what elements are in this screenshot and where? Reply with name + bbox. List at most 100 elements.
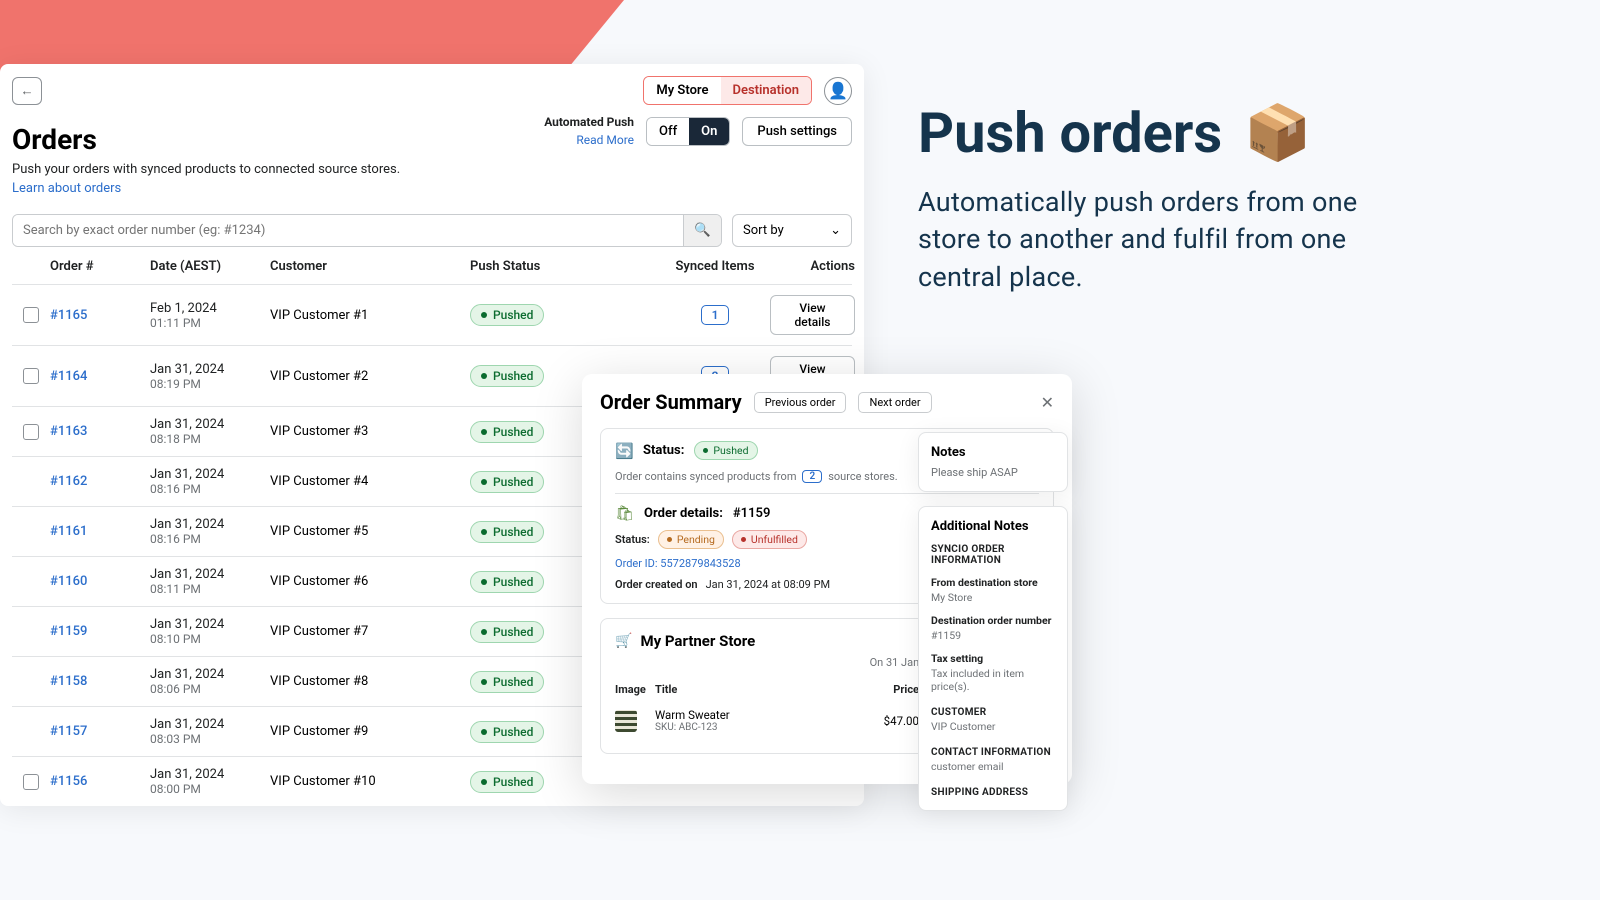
col-order: Order # — [50, 259, 150, 274]
item-sku: SKU: ABC-123 — [655, 722, 859, 733]
cust-heading: CUSTOMER — [931, 707, 1055, 718]
order-link[interactable]: #1162 — [50, 474, 87, 489]
order-link[interactable]: #1164 — [50, 369, 87, 384]
row-checkbox[interactable] — [23, 774, 39, 790]
col-date: Date (AEST) — [150, 259, 270, 274]
sort-label: Sort by — [743, 223, 784, 238]
push-status-badge: Pushed — [470, 304, 544, 326]
order-link[interactable]: #1156 — [50, 774, 87, 789]
src-text-b: source stores. — [828, 470, 897, 483]
row-customer: VIP Customer #1 — [270, 308, 470, 323]
push-status-badge: Pushed — [470, 571, 544, 593]
created-val: Jan 31, 2024 at 08:09 PM — [706, 578, 831, 591]
prev-order-button[interactable]: Previous order — [754, 392, 847, 413]
row-time: 08:18 PM — [150, 432, 270, 446]
push-status-badge: Pushed — [470, 365, 544, 387]
view-details-button[interactable]: View details — [770, 295, 855, 335]
marketing-panel: Push orders 📦 Automatically push orders … — [918, 100, 1398, 296]
push-status-badge: Pushed — [470, 621, 544, 643]
row-customer: VIP Customer #3 — [270, 424, 470, 439]
close-button[interactable]: ✕ — [1041, 393, 1054, 412]
row-customer: VIP Customer #8 — [270, 674, 470, 689]
search-input[interactable] — [13, 215, 683, 246]
from-val: My Store — [931, 591, 1055, 604]
toggle-off[interactable]: Off — [647, 118, 689, 145]
push-status-badge: Pushed — [470, 421, 544, 443]
tax-label: Tax setting — [931, 652, 1055, 665]
row-checkbox[interactable] — [23, 307, 39, 323]
order-link[interactable]: #1157 — [50, 724, 87, 739]
row-date: Jan 31, 2024 — [150, 417, 270, 432]
order-link[interactable]: #1158 — [50, 674, 87, 689]
row-date: Jan 31, 2024 — [150, 517, 270, 532]
tax-val: Tax included in item price(s). — [931, 667, 1055, 693]
cart-icon: 🛒 — [615, 633, 632, 649]
package-icon: 📦 — [1244, 102, 1311, 165]
order-id-link[interactable]: Order ID: 5572879843528 — [615, 557, 741, 570]
side-panel: Notes Please ship ASAP Additional Notes … — [918, 432, 1068, 811]
user-avatar[interactable]: 👤 — [824, 77, 852, 105]
row-time: 08:16 PM — [150, 532, 270, 546]
unfulfilled-badge: Unfulfilled — [732, 530, 807, 549]
tab-destination[interactable]: Destination — [721, 77, 812, 104]
col-synced: Synced Items — [660, 259, 770, 274]
push-status-badge: Pushed — [470, 521, 544, 543]
row-time: 08:06 PM — [150, 682, 270, 696]
col-push-status: Push Status — [470, 259, 660, 274]
push-status-badge: Pushed — [470, 471, 544, 493]
page-title: Orders — [12, 123, 400, 156]
order-link[interactable]: #1163 — [50, 424, 87, 439]
learn-link[interactable]: Learn about orders — [12, 181, 121, 196]
src-text-a: Order contains synced products from — [615, 470, 796, 483]
cust-val: VIP Customer — [931, 720, 1055, 733]
modal-title: Order Summary — [600, 390, 742, 414]
pt-title: Title — [655, 683, 859, 696]
sort-dropdown[interactable]: Sort by ⌄ — [732, 214, 852, 247]
col-actions: Actions — [770, 259, 855, 274]
notes-value: Please ship ASAP — [931, 466, 1055, 479]
marketing-title: Push orders — [918, 100, 1222, 166]
push-settings-button[interactable]: Push settings — [742, 117, 852, 146]
order-link[interactable]: #1161 — [50, 524, 87, 539]
col-customer: Customer — [270, 259, 470, 274]
row-time: 01:11 PM — [150, 316, 270, 330]
row-customer: VIP Customer #7 — [270, 624, 470, 639]
synced-count: 1 — [701, 305, 730, 325]
next-order-button[interactable]: Next order — [858, 392, 931, 413]
additional-notes-card: Additional Notes SYNCIO ORDER INFORMATIO… — [918, 506, 1068, 811]
order-link[interactable]: #1160 — [50, 574, 87, 589]
row-date: Jan 31, 2024 — [150, 467, 270, 482]
syncio-heading: SYNCIO ORDER INFORMATION — [931, 544, 1055, 566]
row-date: Jan 31, 2024 — [150, 717, 270, 732]
contact-val: customer email — [931, 760, 1055, 773]
push-status-badge: Pushed — [470, 721, 544, 743]
close-icon: ✕ — [1041, 393, 1054, 412]
row-checkbox[interactable] — [23, 368, 39, 384]
status-label: Status: — [643, 443, 684, 458]
row-customer: VIP Customer #2 — [270, 369, 470, 384]
tab-mystore[interactable]: My Store — [644, 77, 720, 104]
row-customer: VIP Customer #5 — [270, 524, 470, 539]
toggle-on[interactable]: On — [689, 118, 729, 145]
don-label: Destination order number — [931, 614, 1055, 627]
row-date: Jan 31, 2024 — [150, 617, 270, 632]
order-link[interactable]: #1165 — [50, 308, 87, 323]
from-label: From destination store — [931, 576, 1055, 589]
row-checkbox[interactable] — [23, 424, 39, 440]
push-status-badge: Pushed — [470, 771, 544, 793]
pending-badge: Pending — [658, 530, 724, 549]
read-more-link[interactable]: Read More — [576, 133, 634, 147]
store-tabs: My Store Destination — [643, 76, 812, 105]
addl-heading: Additional Notes — [931, 519, 1055, 534]
search-button[interactable]: 🔍 — [683, 215, 721, 246]
order-link[interactable]: #1159 — [50, 624, 87, 639]
user-icon: 👤 — [828, 81, 848, 100]
auto-push-label: Automated Push — [544, 115, 634, 129]
created-label: Order created on — [615, 578, 698, 591]
page-subtitle: Push your orders with synced products to… — [12, 162, 400, 177]
row-time: 08:19 PM — [150, 377, 270, 391]
order-details-label: Order details: — [644, 506, 723, 521]
push-status-badge: Pushed — [470, 671, 544, 693]
back-button[interactable]: ← — [12, 77, 42, 105]
notes-heading: Notes — [931, 445, 1055, 460]
